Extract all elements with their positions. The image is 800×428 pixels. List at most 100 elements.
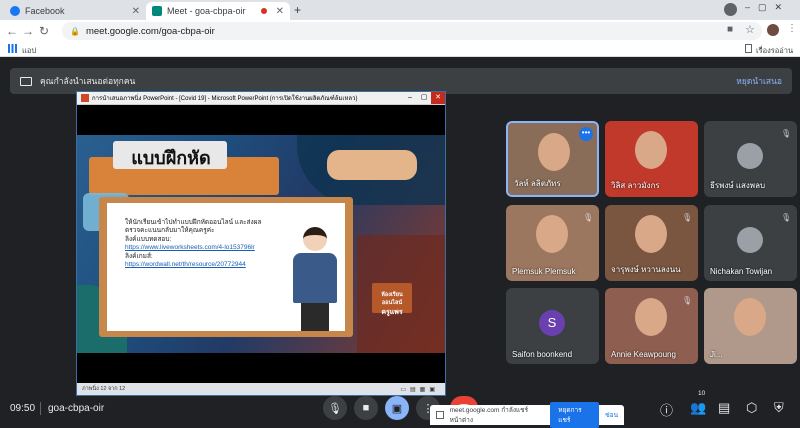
participant-name: Nichakan Towijan	[710, 267, 773, 276]
info-icon[interactable]: ⓘ	[660, 400, 673, 419]
sign-line-1: ห้องเรียนออนไลน์	[381, 292, 403, 306]
tab-facebook[interactable]: Facebook ✕	[4, 2, 146, 20]
game-label: ลิงค์เกมส์:	[125, 252, 153, 260]
camera-indicator-icon[interactable]: ■	[727, 24, 733, 35]
powerpoint-window: การนำเสนอภาพนิ่ง PowerPoint - [Covid 19]…	[76, 91, 446, 396]
teacher-shirt	[293, 253, 337, 303]
meeting-code: goa-cbpa-oir	[48, 403, 105, 414]
participant-tile[interactable]: ••• วัลห์ ลลิตภัทร	[506, 121, 599, 197]
present-icon: ▣	[391, 402, 403, 415]
share-notification-text: meet.google.com กำลังแชร์หน้าต่าง	[449, 407, 529, 424]
apps-icon[interactable]	[8, 44, 17, 53]
hide-button[interactable]: ซ่อน	[605, 410, 618, 420]
classroom-sign: ห้องเรียนออนไลน์ ครูแพร	[372, 283, 412, 316]
reading-list-label[interactable]: เรื่องรออ่าน	[756, 45, 793, 57]
profile-indicator-icon[interactable]	[724, 3, 737, 16]
mic-off-icon: 🎙	[583, 213, 594, 222]
meet-icon	[152, 6, 162, 16]
divider	[40, 402, 41, 415]
mic-off-icon: 🎙	[682, 296, 693, 305]
tile-options-icon[interactable]: •••	[579, 127, 593, 141]
participant-count-badge: 10	[698, 390, 706, 397]
participant-video	[536, 215, 568, 253]
participant-name: จารุพงษ์ หวานลงนน	[611, 265, 681, 274]
tab-title: Facebook	[25, 6, 65, 16]
teacher-image	[287, 225, 342, 331]
participant-name: Saifon boonkend	[512, 350, 573, 359]
address-bar[interactable]: 🔒 meet.google.com/goa-cbpa-oir	[62, 22, 762, 40]
quiz-link[interactable]: https://www.liveworksheets.com/4-lo15379…	[125, 244, 285, 252]
window-controls: – ▢ ✕	[403, 92, 445, 104]
sign-line-2: ครูแพร	[381, 309, 403, 316]
microphone-button[interactable]: 🎙	[323, 396, 347, 420]
minimize-icon[interactable]: –	[403, 92, 417, 104]
participant-video	[635, 131, 667, 169]
share-notification: meet.google.com กำลังแชร์หน้าต่าง หยุดกา…	[430, 402, 624, 428]
participant-video	[635, 215, 667, 253]
participant-tile[interactable]: Ji...	[704, 288, 797, 364]
participant-name: Ji...	[710, 350, 723, 359]
game-link[interactable]: https://wordwall.net/th/resource/2077294…	[125, 261, 285, 269]
participant-avatar: S	[539, 310, 565, 336]
recording-icon	[260, 8, 267, 14]
participant-tile[interactable]: 🎙 Annie Keawpoung	[605, 288, 698, 364]
quiz-label: ลิงค์แบบทดสอบ:	[125, 235, 172, 243]
tab-meet[interactable]: Meet - goa-cbpa-oir ✕	[146, 2, 290, 20]
stop-sharing-button[interactable]: หยุดการแชร์	[550, 402, 600, 428]
teacher-head	[303, 227, 327, 251]
microphone-icon: 🎙	[328, 402, 342, 415]
new-tab-button[interactable]: +	[294, 3, 301, 17]
reading-list-icon	[745, 44, 752, 53]
lock-icon: 🔒	[70, 26, 80, 36]
decor-hand-skin	[327, 150, 417, 180]
participant-avatar	[737, 143, 763, 169]
apps-label[interactable]: แอป	[22, 45, 36, 57]
close-icon[interactable]: ✕	[431, 92, 445, 104]
chat-icon[interactable]: ▤	[718, 400, 730, 416]
participant-name: วัลห์ ลลิตภัทร	[514, 179, 561, 188]
stop-presenting-button[interactable]: หยุดนำเสนอ	[736, 74, 782, 88]
facebook-icon	[10, 6, 20, 16]
window-controls-icon[interactable]: –▢✕	[745, 2, 790, 13]
bookmark-star-icon[interactable]: ☆	[745, 23, 755, 36]
camera-button[interactable]: ■	[354, 396, 378, 420]
tab-title: Meet - goa-cbpa-oir	[167, 6, 246, 16]
slide-area: แบบฝึกหัด ให้นักเรียนเข้าไปทำแบบฝึกหัดออ…	[77, 105, 445, 383]
reload-icon[interactable]: ↻	[36, 24, 52, 38]
participant-name: ธีรพงษ์ แสงพลบ	[710, 181, 766, 190]
profile-avatar[interactable]	[767, 24, 779, 36]
participant-name: วิลิส ลาวมังกร	[611, 181, 660, 190]
participant-tile[interactable]: 🎙 Plemsuk Plemsuk	[506, 205, 599, 281]
participant-name: Annie Keawpoung	[611, 350, 676, 359]
mic-off-icon: 🎙	[682, 213, 693, 222]
participant-tile[interactable]: 🎙 ธีรพงษ์ แสงพลบ	[704, 121, 797, 197]
forward-icon[interactable]: →	[20, 24, 36, 38]
close-tab-icon[interactable]: ✕	[132, 6, 140, 17]
back-icon[interactable]: ←	[4, 24, 20, 38]
meeting-time: 09:50	[10, 403, 36, 414]
close-tab-icon[interactable]: ✕	[276, 6, 284, 17]
activities-icon[interactable]: ⬡	[746, 400, 757, 416]
slide: แบบฝึกหัด ให้นักเรียนเข้าไปทำแบบฝึกหัดออ…	[77, 135, 445, 353]
participant-tile[interactable]: วิลิส ลาวมังกร	[605, 121, 698, 197]
url-text: meet.google.com/goa-cbpa-oir	[85, 25, 215, 37]
view-buttons-icon[interactable]: ▭▤▦▣	[400, 386, 439, 393]
bookmarks-bar: แอป เรื่องรออ่าน	[0, 42, 800, 57]
participant-tile[interactable]: 🎙 จารุพงษ์ หวานลงนน	[605, 205, 698, 281]
participant-name: Plemsuk Plemsuk	[512, 267, 576, 276]
present-screen-icon	[20, 76, 32, 86]
slide-body: ให้นักเรียนเข้าไปทำแบบฝึกหัดออนไลน์ และส…	[125, 219, 285, 269]
host-controls-icon[interactable]: ⛨	[774, 400, 784, 416]
camera-icon: ■	[362, 402, 370, 414]
participant-video	[734, 298, 766, 336]
people-icon[interactable]: 👥	[690, 400, 706, 416]
participant-tile[interactable]: 🎙 Nichakan Towijan	[704, 205, 797, 281]
menu-icon[interactable]: ⋮	[787, 23, 797, 34]
powerpoint-icon	[81, 94, 89, 102]
participant-video	[538, 133, 570, 171]
present-button[interactable]: ▣	[385, 396, 409, 420]
powerpoint-statusbar: ภาพนิ่ง 12 จาก 12 ▭▤▦▣	[77, 383, 445, 395]
participant-tile[interactable]: S Saifon boonkend	[506, 288, 599, 364]
share-window-icon	[436, 411, 444, 419]
maximize-icon[interactable]: ▢	[417, 92, 431, 104]
